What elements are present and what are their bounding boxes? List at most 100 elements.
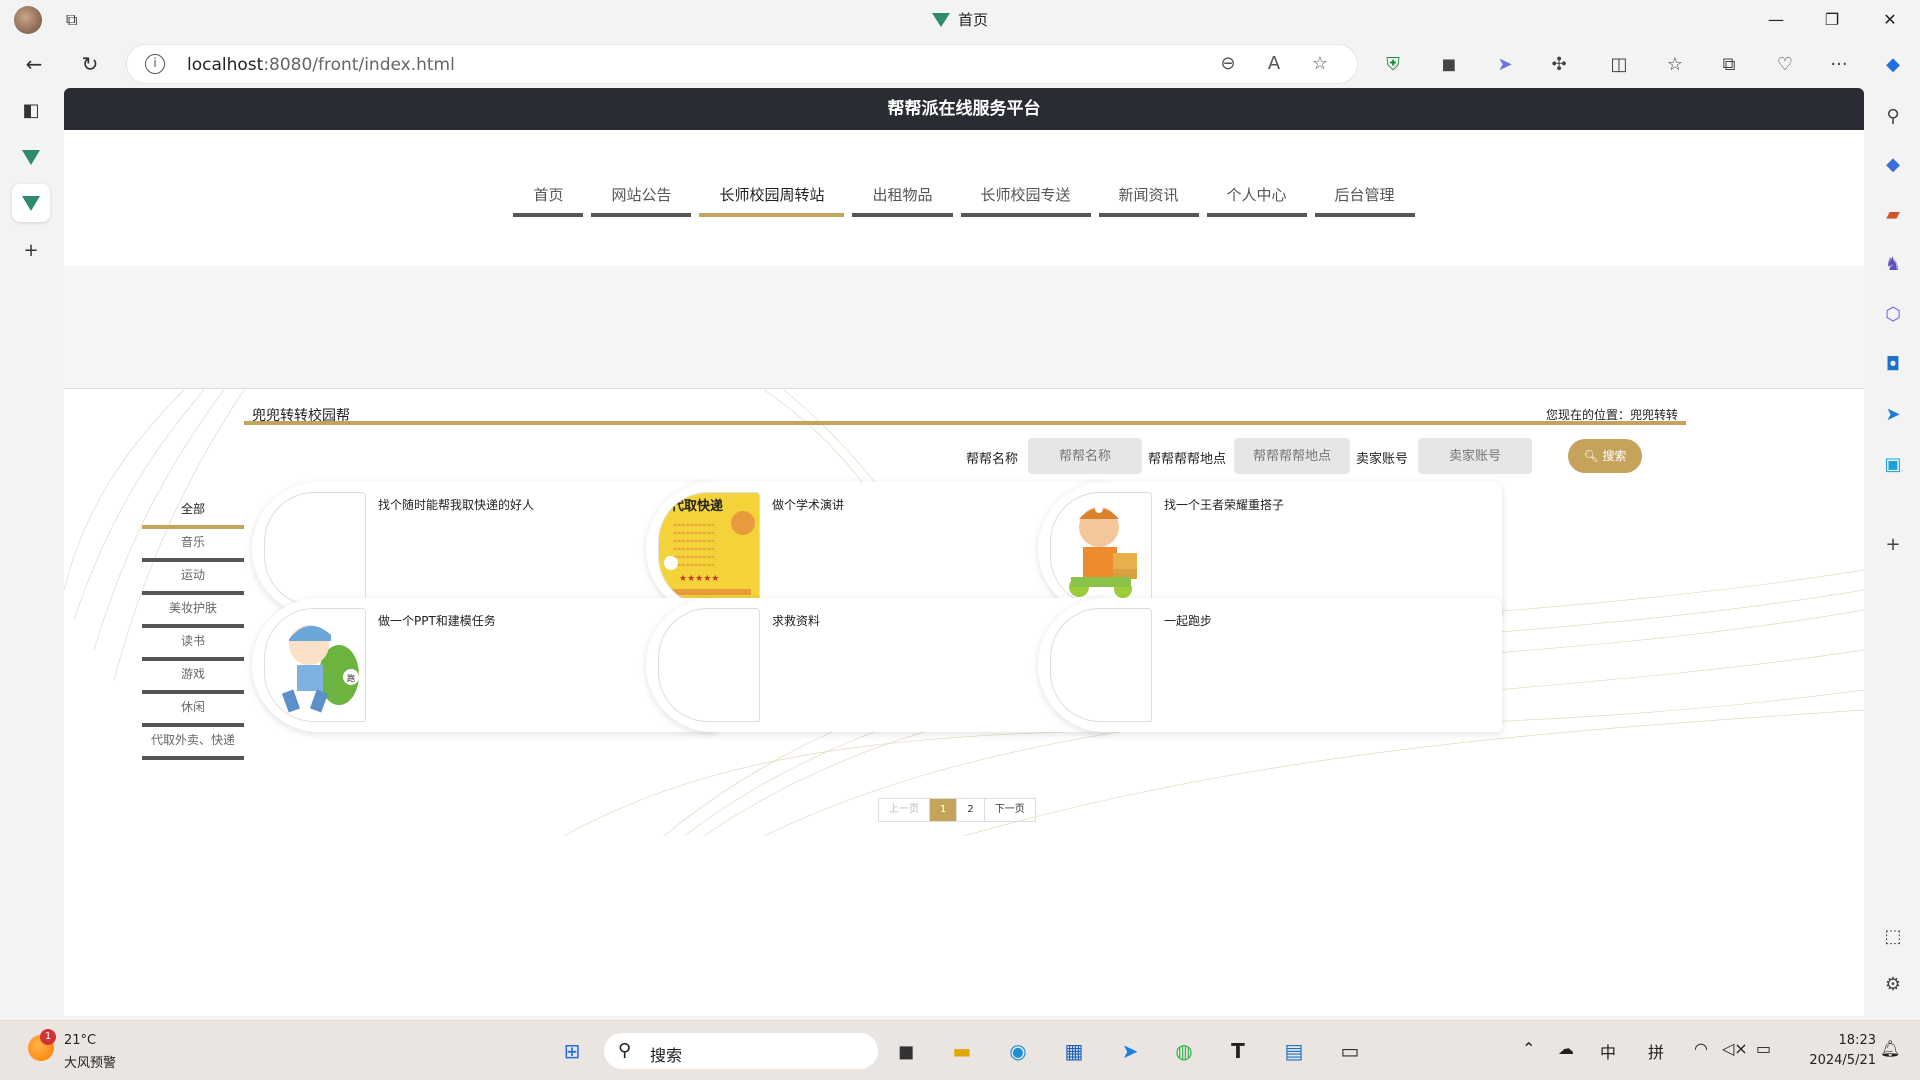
notification-bell-icon[interactable]: 🔔︎ [1880,1039,1900,1058]
tab-manager-icon[interactable]: ◧ [12,92,50,130]
sidebar-shopping-icon[interactable]: ◆ [1880,152,1906,178]
category-item[interactable]: 代取外卖、快递 [142,727,244,760]
card-thumbnail[interactable] [264,492,366,606]
sidebar-screenshot-icon[interactable]: ⬚ [1880,924,1906,950]
settings-more-icon[interactable]: ··· [1826,52,1852,78]
terminal-icon[interactable]: ▭ [1334,1035,1366,1067]
nav-item-5[interactable]: 新闻资讯 [1098,183,1199,217]
feishu-app-icon[interactable]: ➤ [1114,1035,1146,1067]
card-thumbnail[interactable]: 代取快递 ~~~~~~~~~~ ~~~~~~~~~~ ~~~~~~~~~~ ~~~~~~… [658,492,760,606]
sidebar-outlook-icon[interactable]: ◘ [1880,352,1906,378]
name-search-input[interactable] [1028,438,1142,474]
edge-browser-icon[interactable]: ◉ [1002,1035,1034,1067]
extension-bird-icon[interactable]: ➤ [1492,52,1518,78]
nav-item-6[interactable]: 个人中心 [1206,183,1307,217]
nav-item-0[interactable]: 首页 [513,183,584,217]
start-windows-icon[interactable]: ⊞ [556,1035,588,1067]
nav-item-2[interactable]: 长师校园周转站 [699,183,845,217]
page-2-button[interactable]: 2 [957,799,985,821]
card-title[interactable]: 做个学术演讲 [772,496,844,513]
file-explorer-icon[interactable]: ▬ [946,1035,978,1067]
battery-icon[interactable]: ▭ [1756,1039,1771,1058]
favorite-star-icon[interactable]: ☆ [1307,53,1333,77]
card-title[interactable]: 做一个PPT和建模任务 [378,612,496,629]
tab-vue-2-active[interactable] [12,184,50,222]
category-item[interactable]: 全部 [142,496,244,529]
window-title: 首页 [0,9,1920,30]
microsoft-store-icon[interactable]: ▦ [1058,1035,1090,1067]
ime-mode[interactable]: 拼 [1648,1039,1664,1063]
clock-date: 2024/5/21 [1809,1053,1876,1068]
onedrive-icon[interactable]: ☁ [1558,1039,1574,1058]
category-item[interactable]: 游戏 [142,661,244,694]
card-title[interactable]: 找个随时能帮我取快递的好人 [378,496,534,513]
card-title[interactable]: 找一个王者荣耀重搭子 [1164,496,1284,513]
typora-icon[interactable]: T [1222,1035,1254,1067]
task-view-icon[interactable]: ◼ [890,1035,922,1067]
refresh-button[interactable]: ↻ [74,48,106,80]
nav-item-1[interactable]: 网站公告 [591,183,692,217]
category-item[interactable]: 音乐 [142,529,244,562]
close-button[interactable]: ✕ [1872,6,1908,34]
help-request-card[interactable]: 找一个王者荣耀重搭子 [1038,482,1502,616]
nav-item-7[interactable]: 后台管理 [1314,183,1415,217]
minimize-button[interactable]: — [1758,6,1794,34]
category-list: 全部 音乐 运动 美妆护肤 读书 游戏 休闲 代取外卖、快递 [142,496,244,760]
notepad-icon[interactable]: ▤ [1278,1035,1310,1067]
sidebar-tools-icon[interactable]: ▰ [1880,202,1906,228]
sidebar-games-icon[interactable]: ♞ [1880,252,1906,278]
search-button[interactable]: 🔍︎ 搜索 [1568,439,1642,473]
tray-overflow-icon[interactable]: ⌃ [1522,1039,1535,1058]
weather-description[interactable]: 大风预警 [64,1052,116,1071]
card-thumbnail[interactable] [1050,492,1152,606]
extensions-puzzle-icon[interactable]: ✣ [1546,52,1572,78]
sidebar-search-icon[interactable]: ⚲ [1880,104,1906,130]
restore-button[interactable]: ❐ [1814,6,1850,34]
page-1-button[interactable]: 1 [930,799,958,821]
extension-tampermonkey-icon[interactable]: ◼ [1436,52,1462,78]
system-clock[interactable]: 18:23 2024/5/21 [1792,1031,1876,1071]
zoom-out-icon[interactable]: ⊖ [1215,53,1241,77]
sidebar-bilibili-icon[interactable]: ▣ [1880,452,1906,478]
wechat-icon[interactable]: ◍ [1168,1035,1200,1067]
copilot-icon[interactable]: ◆ [1880,52,1906,78]
card-title[interactable]: 一起跑步 [1164,612,1212,629]
split-screen-icon[interactable]: ◫ [1606,52,1632,78]
prev-page-button[interactable]: 上一页 [879,799,930,821]
favorites-icon[interactable]: ☆ [1662,52,1688,78]
category-item[interactable]: 休闲 [142,694,244,727]
clock-time: 18:23 [1838,1033,1876,1048]
nav-item-4[interactable]: 长师校园专送 [960,183,1091,217]
card-thumbnail[interactable]: 跑 [264,608,366,722]
read-aloud-icon[interactable]: A [1261,53,1287,77]
tab-vue-1[interactable] [12,138,50,176]
collections-icon[interactable]: ⧉ [1716,52,1742,78]
weather-temperature[interactable]: 21°C [64,1033,96,1048]
sidebar-add-icon[interactable]: + [1880,532,1906,558]
sidebar-office-icon[interactable]: ⬡ [1880,302,1906,328]
taskbar-search-box[interactable]: ⚲ 搜索 [604,1033,878,1069]
place-search-input[interactable] [1234,438,1350,474]
extension-shield-icon[interactable]: ⛨ [1380,52,1406,78]
nav-item-3[interactable]: 出租物品 [852,183,953,217]
wifi-icon[interactable]: ◠ [1694,1039,1708,1058]
help-request-card[interactable]: 一起跑步 [1038,598,1502,732]
browser-essentials-icon[interactable]: ♡ [1772,52,1798,78]
category-item[interactable]: 运动 [142,562,244,595]
seller-search-input[interactable] [1418,438,1532,474]
url-text[interactable]: localhost:8080/front/index.html [187,55,455,75]
card-title[interactable]: 求救资料 [772,612,820,629]
volume-mute-icon[interactable]: ◁× [1722,1039,1748,1058]
new-tab-icon[interactable]: + [12,232,50,270]
card-thumbnail[interactable] [1050,608,1152,722]
card-thumbnail[interactable] [658,608,760,722]
address-bar[interactable]: i localhost:8080/front/index.html ⊖ A ☆ [126,44,1358,84]
sidebar-settings-icon[interactable]: ⚙ [1880,972,1906,998]
category-item[interactable]: 美妆护肤 [142,595,244,628]
category-item[interactable]: 读书 [142,628,244,661]
back-button[interactable]: ← [18,48,50,80]
site-info-icon[interactable]: i [145,54,165,74]
next-page-button[interactable]: 下一页 [985,799,1035,821]
sidebar-send-icon[interactable]: ➤ [1880,402,1906,428]
ime-language[interactable]: 中 [1600,1039,1616,1063]
